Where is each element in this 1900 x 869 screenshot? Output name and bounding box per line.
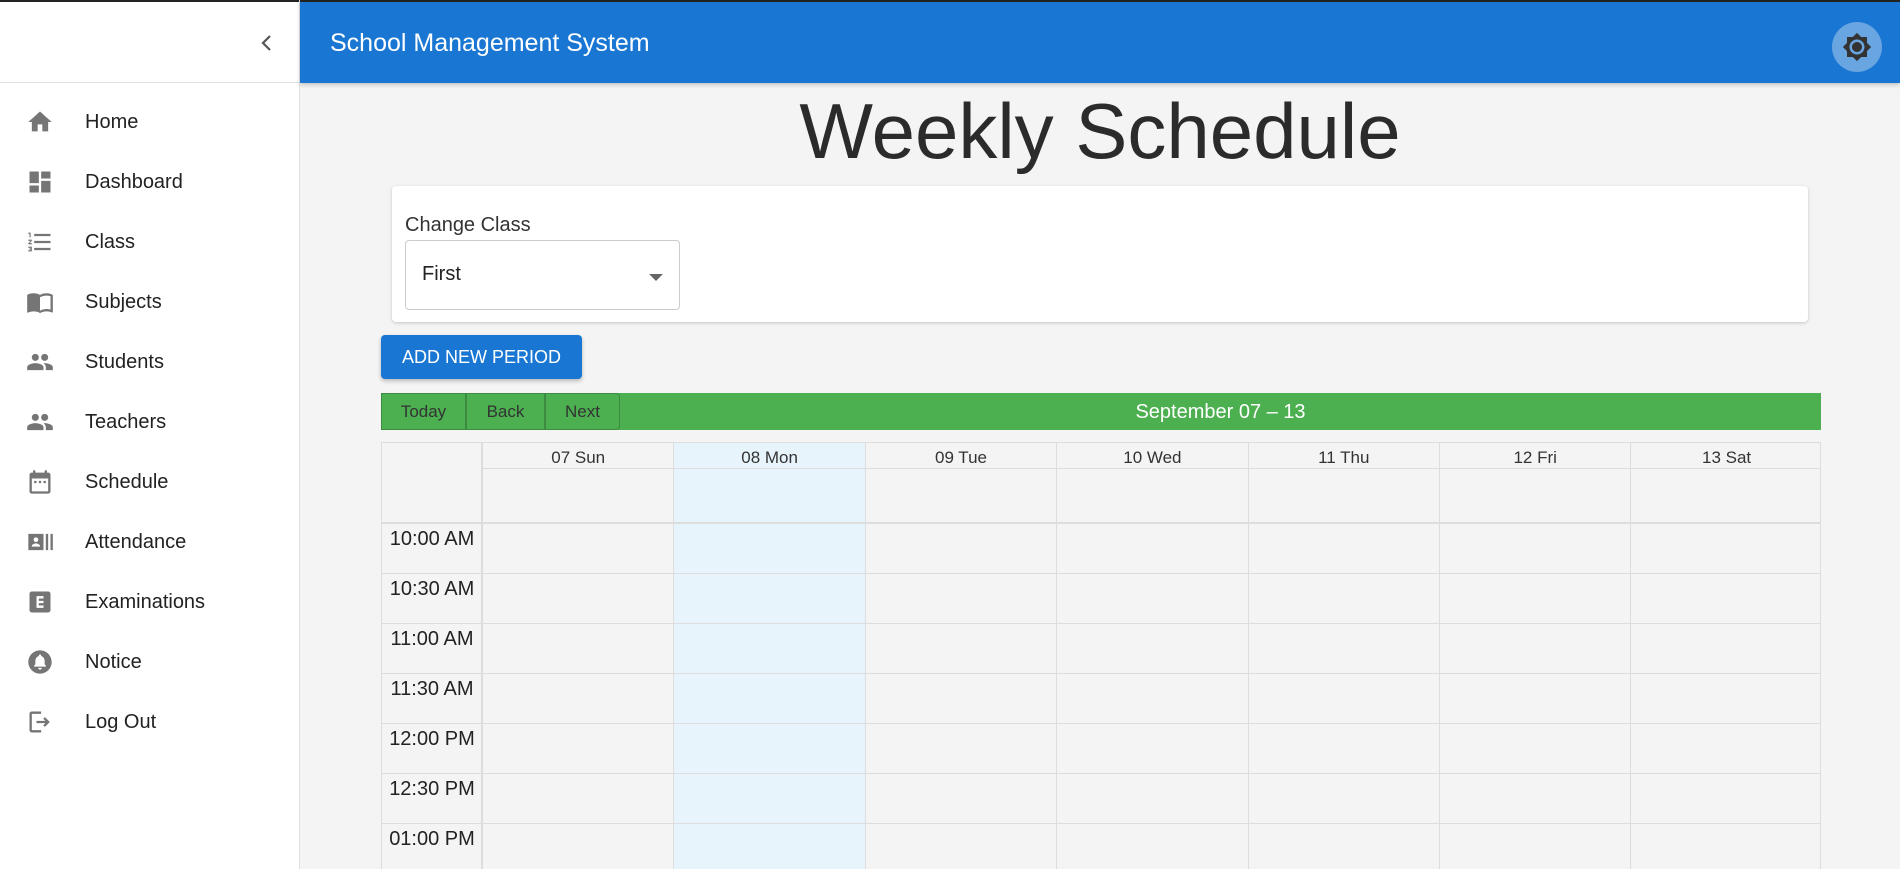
class-picker-label: Change Class (405, 214, 531, 236)
sidebar: Home Dashboard Class Subjects Students T… (0, 0, 300, 869)
sidebar-item-label: Attendance (85, 530, 187, 553)
next-button[interactable]: Next (545, 393, 620, 430)
time-label: 11:00 AM (390, 628, 474, 650)
people-icon (26, 348, 54, 376)
calendar-toolbar: Today Back Next September 07 – 13 (381, 393, 1821, 430)
sidebar-item-home[interactable]: Home (0, 92, 299, 152)
app-header: School Management System (300, 0, 1900, 83)
time-slot-row[interactable]: 10:30 AM (382, 573, 1820, 623)
time-slot-row[interactable]: 12:00 PM (382, 723, 1820, 773)
week-calendar: 07 Sun 08 Mon 09 Tue 10 Wed 11 Thu 12 Fr… (381, 442, 1821, 869)
badge-icon (26, 528, 54, 556)
page-title: Weekly Schedule (799, 87, 1401, 175)
time-label: 12:00 PM (389, 728, 475, 750)
sidebar-item-label: Students (85, 350, 164, 373)
time-label: 10:30 AM (389, 578, 475, 600)
sidebar-item-label: Class (85, 230, 136, 253)
sidebar-item-label: Home (85, 110, 139, 133)
chevron-left-icon[interactable] (257, 32, 277, 54)
time-label: 11:30 AM (390, 678, 474, 700)
sidebar-item-label: Dashboard (85, 170, 183, 193)
people-icon (26, 408, 54, 436)
all-day-row[interactable] (382, 443, 1820, 524)
time-label: 12:30 PM (389, 778, 475, 800)
sidebar-item-subjects[interactable]: Subjects (0, 272, 299, 332)
sidebar-item-label: Subjects (85, 290, 162, 313)
sidebar-item-class[interactable]: Class (0, 212, 299, 272)
time-slot-row[interactable]: 11:30 AM (382, 673, 1820, 723)
logout-icon (26, 708, 54, 736)
time-label: 10:00 AM (389, 528, 475, 550)
time-slot-row[interactable]: 11:00 AM (382, 623, 1820, 673)
exam-icon (26, 588, 54, 616)
time-slot-row[interactable]: 10:00 AM (382, 523, 1820, 573)
sidebar-header (0, 0, 299, 83)
list-icon (26, 228, 54, 256)
sidebar-item-label: Notice (85, 650, 142, 673)
time-label: 01:00 PM (389, 828, 475, 850)
sidebar-item-notice[interactable]: Notice (0, 632, 299, 692)
sidebar-item-label: Examinations (85, 590, 206, 613)
bell-icon (26, 648, 54, 676)
sidebar-item-dashboard[interactable]: Dashboard (0, 152, 299, 212)
class-select-value: First (422, 263, 461, 285)
class-picker-card: Change Class First (392, 186, 1808, 322)
dashboard-icon (26, 168, 54, 196)
sidebar-item-schedule[interactable]: Schedule (0, 452, 299, 512)
sidebar-item-examinations[interactable]: Examinations (0, 572, 299, 632)
date-range-label: September 07 – 13 (1135, 401, 1306, 423)
sidebar-item-label: Teachers (85, 410, 167, 433)
class-select[interactable]: First (405, 240, 680, 310)
back-button[interactable]: Back (466, 393, 545, 430)
sidebar-item-attendance[interactable]: Attendance (0, 512, 299, 572)
time-slot-row[interactable]: 12:30 PM (382, 773, 1820, 823)
sidebar-item-logout[interactable]: Log Out (0, 692, 299, 752)
theme-toggle-button[interactable] (1832, 22, 1882, 72)
today-button[interactable]: Today (381, 393, 466, 430)
sidebar-item-label: Schedule (85, 470, 169, 493)
home-icon (26, 108, 54, 136)
calendar-icon (26, 468, 54, 496)
add-new-period-button[interactable]: ADD NEW PERIOD (381, 335, 582, 379)
brightness-icon (1842, 32, 1872, 62)
book-icon (26, 288, 54, 316)
sidebar-item-teachers[interactable]: Teachers (0, 392, 299, 452)
caret-down-icon (649, 274, 663, 281)
app-title: School Management System (330, 29, 650, 57)
sidebar-nav: Home Dashboard Class Subjects Students T… (0, 83, 299, 752)
sidebar-item-label: Log Out (85, 710, 157, 733)
time-slot-row[interactable]: 01:00 PM (382, 823, 1820, 869)
sidebar-item-students[interactable]: Students (0, 332, 299, 392)
